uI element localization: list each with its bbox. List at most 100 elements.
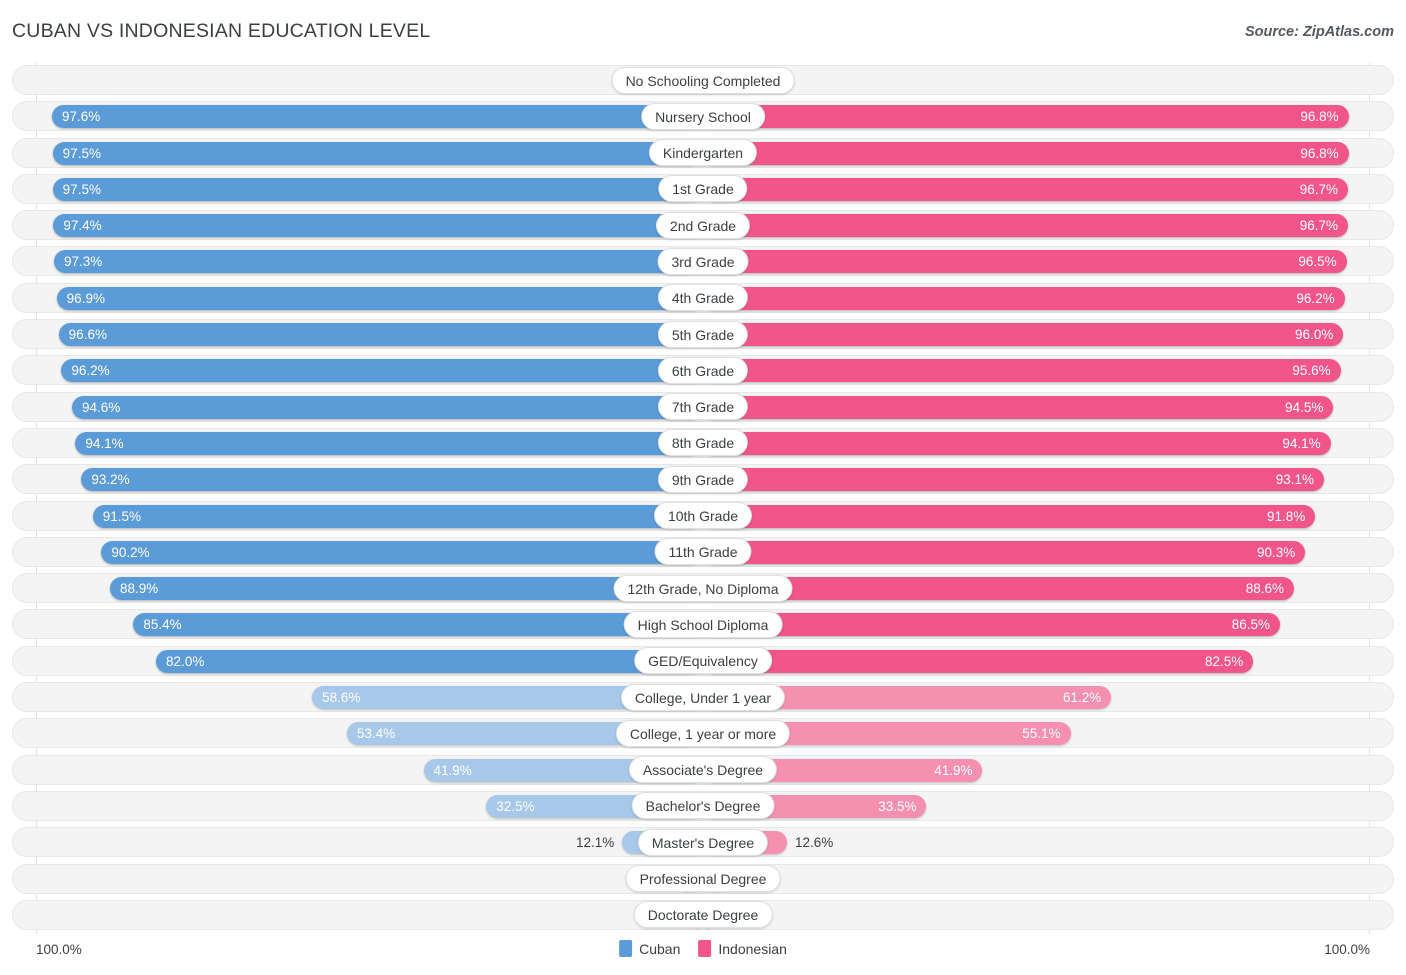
value-label-cuban: 97.3% — [64, 254, 103, 270]
category-label: 8th Grade — [657, 429, 749, 457]
bar-indonesian — [703, 250, 1347, 274]
chart-row: 41.9% 41.9% Associate's Degree — [12, 752, 1394, 788]
value-label-indonesian: 88.6% — [1245, 581, 1284, 597]
value-label-indonesian: 96.7% — [1299, 218, 1338, 234]
legend-label: Indonesian — [718, 940, 787, 957]
category-label: 11th Grade — [654, 538, 752, 566]
value-label-indonesian: 96.0% — [1295, 327, 1334, 343]
value-label-cuban: 94.6% — [82, 399, 121, 415]
chart-row: 58.6% 61.2% College, Under 1 year — [12, 679, 1394, 715]
legend-swatch-icon — [619, 940, 633, 957]
bar-cuban — [56, 286, 703, 310]
category-label: Nursery School — [641, 102, 765, 130]
value-label-cuban: 97.6% — [62, 109, 101, 125]
category-label: 3rd Grade — [657, 247, 749, 275]
category-label: 1st Grade — [658, 175, 748, 203]
value-label-indonesian: 96.7% — [1299, 181, 1338, 197]
value-label-cuban: 96.2% — [71, 363, 110, 379]
category-label: College, 1 year or more — [615, 719, 791, 747]
bar-indonesian — [703, 214, 1348, 238]
category-label: 9th Grade — [657, 465, 749, 493]
axis-label-left: 100.0% — [36, 942, 82, 957]
value-label-indonesian: 93.1% — [1275, 472, 1314, 488]
value-label-indonesian: 41.9% — [934, 762, 973, 778]
category-label: High School Diploma — [623, 610, 783, 638]
chart-row: 2.5%3.2%No Schooling Completed — [12, 62, 1394, 98]
legend-label: Cuban — [639, 940, 681, 957]
bar-cuban — [101, 540, 703, 564]
chart-legend: Cuban Indonesian — [619, 940, 787, 957]
bar-cuban — [133, 613, 703, 637]
category-label: 2nd Grade — [655, 211, 751, 239]
chart-row: 12.1% 12.6% Master's Degree — [12, 824, 1394, 860]
bar-indonesian — [703, 395, 1334, 419]
category-label: Associate's Degree — [628, 756, 778, 784]
chart-row: 88.9% 88.6% 12th Grade, No Diploma — [12, 570, 1394, 606]
bar-cuban — [58, 323, 703, 347]
bar-cuban — [53, 214, 703, 238]
category-label: 6th Grade — [657, 356, 749, 384]
category-label: 7th Grade — [657, 393, 749, 421]
legend-item[interactable]: Indonesian — [698, 940, 787, 957]
chart-row: 94.1% 94.1% 8th Grade — [12, 425, 1394, 461]
value-label-cuban: 97.4% — [63, 218, 102, 234]
value-label-cuban: 93.2% — [91, 472, 130, 488]
value-label-indonesian: 55.1% — [1022, 726, 1061, 742]
value-label-indonesian: 96.2% — [1296, 290, 1335, 306]
value-label-indonesian: 95.6% — [1292, 363, 1331, 379]
value-label-indonesian: 96.5% — [1298, 254, 1337, 270]
value-label-cuban: 58.6% — [322, 690, 361, 706]
value-label-indonesian: 61.2% — [1062, 690, 1102, 706]
category-label: Professional Degree — [625, 865, 781, 893]
legend-item[interactable]: Cuban — [619, 940, 680, 957]
value-label-cuban: 85.4% — [143, 617, 182, 633]
chart-row: 96.6% 96.0% 5th Grade — [12, 316, 1394, 352]
axis-label-right: 100.0% — [1324, 942, 1370, 957]
bar-cuban — [61, 359, 703, 383]
chart-row: 97.4% 96.7% 2nd Grade — [12, 207, 1394, 243]
value-label-indonesian: 90.3% — [1257, 544, 1296, 560]
bar-indonesian — [703, 323, 1344, 347]
category-label: GED/Equivalency — [634, 647, 772, 675]
category-label: Master's Degree — [637, 828, 769, 856]
category-label: Bachelor's Degree — [631, 792, 775, 820]
bar-indonesian — [703, 613, 1280, 637]
bar-cuban — [92, 504, 703, 528]
chart-row: 96.9% 96.2% 4th Grade — [12, 280, 1394, 316]
value-label-indonesian: 96.8% — [1300, 145, 1339, 161]
chart-row: 97.5% 96.7% 1st Grade — [12, 171, 1394, 207]
value-label-indonesian: 12.6% — [795, 835, 834, 851]
value-label-cuban: 53.4% — [356, 726, 396, 742]
value-label-indonesian: 82.5% — [1205, 653, 1244, 669]
bar-cuban — [54, 250, 703, 274]
value-label-cuban: 96.9% — [66, 290, 105, 306]
value-label-cuban: 82.0% — [166, 653, 205, 669]
chart-footer: 100.0% 100.0% Cuban Indonesian — [0, 934, 1406, 975]
bar-cuban — [75, 431, 703, 455]
bar-cuban — [52, 105, 703, 129]
chart-row: 94.6% 94.5% 7th Grade — [12, 389, 1394, 425]
source-attribution: Source: ZipAtlas.com — [1244, 24, 1394, 40]
chart-header: CUBAN VS INDONESIAN EDUCATION LEVEL Sour… — [0, 0, 1406, 62]
value-label-indonesian: 91.8% — [1267, 508, 1306, 524]
bar-cuban — [52, 141, 703, 165]
value-label-indonesian: 86.5% — [1231, 617, 1270, 633]
chart-row: 97.5% 96.8% Kindergarten — [12, 135, 1394, 171]
category-label: 10th Grade — [653, 502, 753, 530]
bar-cuban — [81, 468, 703, 492]
chart-plot-area: 2.5%3.2%No Schooling Completed 97.6% 96.8%… — [12, 62, 1394, 934]
bar-indonesian — [703, 431, 1331, 455]
bar-indonesian — [703, 649, 1254, 673]
category-label: Kindergarten — [648, 139, 758, 167]
value-label-cuban: 41.9% — [433, 762, 472, 778]
value-label-indonesian: 94.1% — [1282, 435, 1321, 451]
bar-indonesian — [703, 359, 1341, 383]
value-label-cuban: 12.1% — [576, 835, 615, 851]
bar-indonesian — [703, 105, 1349, 129]
bar-indonesian — [703, 286, 1345, 310]
category-label: Doctorate Degree — [633, 901, 773, 929]
bar-indonesian — [703, 468, 1324, 492]
chart-row: 82.0% 82.5% GED/Equivalency — [12, 643, 1394, 679]
value-label-cuban: 32.5% — [496, 798, 535, 814]
category-label: 12th Grade, No Diploma — [613, 574, 793, 602]
